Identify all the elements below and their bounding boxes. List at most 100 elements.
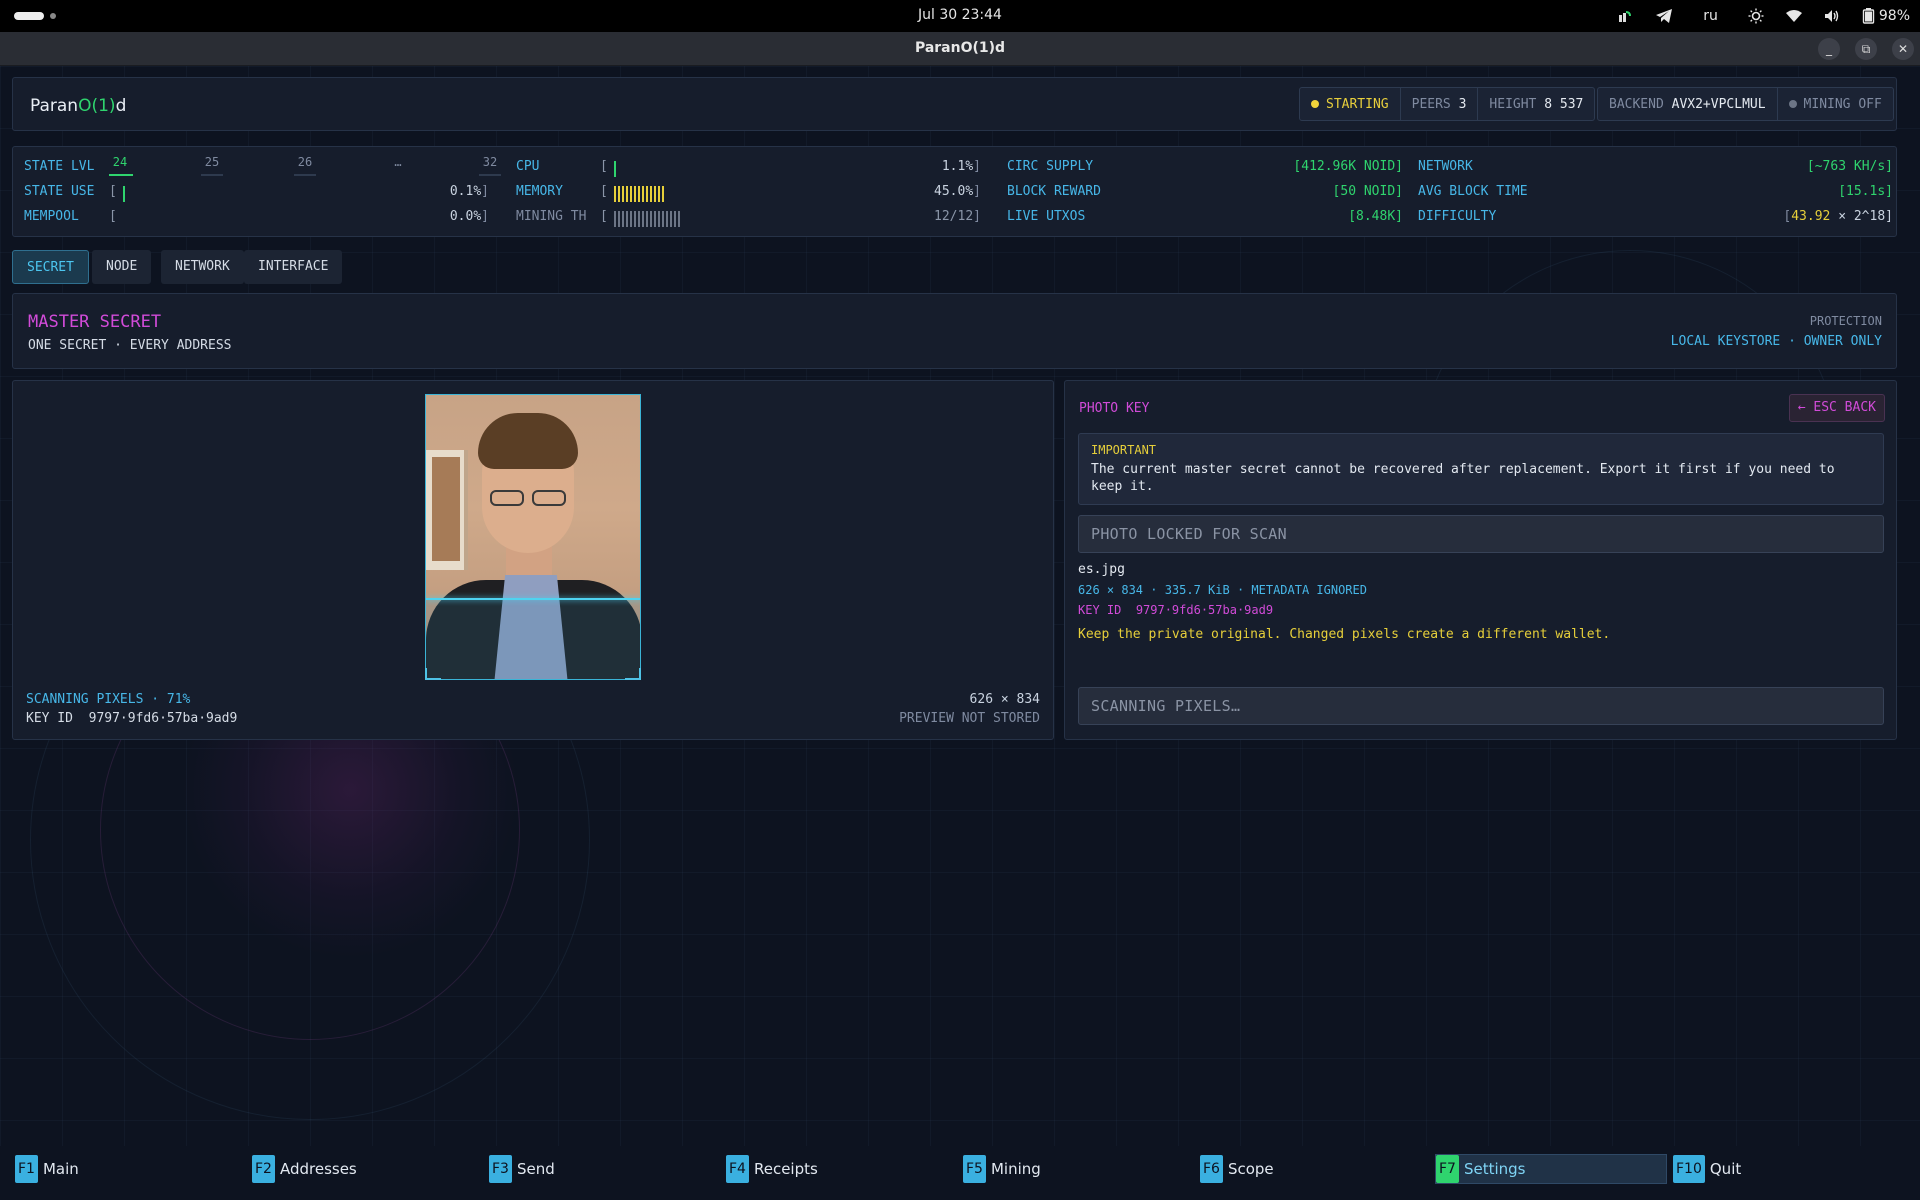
footer-key-text: Quit <box>1709 1160 1742 1178</box>
footer-key-text: Scope <box>1227 1160 1274 1178</box>
bar-segment <box>654 186 656 202</box>
level-26[interactable]: 26 <box>294 155 316 169</box>
preview-key-id-label: KEY ID <box>26 711 73 726</box>
bar-segment <box>626 211 628 227</box>
state-lvl-label: STATE LVL <box>24 159 95 174</box>
bar-segment <box>642 211 644 227</box>
restore-button[interactable]: ⧉ <box>1855 38 1877 60</box>
master-secret-banner: MASTER SECRET ONE SECRET · EVERY ADDRESS… <box>12 293 1897 369</box>
protection-label: PROTECTION <box>1809 314 1882 328</box>
mining-th-count: 12/12 <box>934 209 974 224</box>
brand-text-end: d <box>115 96 127 116</box>
tab-secret[interactable]: SECRET <box>12 250 89 284</box>
footer-key-addresses[interactable]: F2 Addresses <box>252 1154 357 1184</box>
live-utxos-value: [8.48K] <box>1348 209 1403 224</box>
telegram-icon[interactable] <box>1655 8 1673 24</box>
status-dot-icon <box>1311 100 1319 108</box>
memory-bracket-close: ] <box>973 184 981 199</box>
bar-segment <box>638 186 640 202</box>
state-use-value: 0.1%] <box>450 184 489 199</box>
scan-overlay <box>426 598 640 679</box>
battery-indicator[interactable]: 98% <box>1862 8 1910 24</box>
circ-supply-value: [412.96K NOID] <box>1293 159 1403 174</box>
tab-node[interactable]: NODE <box>92 250 152 284</box>
footer-key-label: F7 <box>1436 1155 1459 1183</box>
avg-block-time-label: AVG BLOCK TIME <box>1418 184 1528 199</box>
tab-interface[interactable]: INTERFACE <box>244 250 343 284</box>
minimize-button[interactable]: _ <box>1818 38 1840 60</box>
cpu-percent: 1.1% <box>941 159 974 174</box>
difficulty-value: [43.92 × 2^18] <box>1783 209 1893 224</box>
preview-key-id-value: 9797·9fd6·57ba·9ad9 <box>88 711 238 726</box>
bar-segment <box>646 186 648 202</box>
footer-key-main[interactable]: F1 Main <box>15 1154 79 1184</box>
master-secret-subtitle: ONE SECRET · EVERY ADDRESS <box>28 338 232 353</box>
footer-key-receipts[interactable]: F4 Receipts <box>726 1154 818 1184</box>
bar-segment <box>630 186 632 202</box>
bar-segment <box>658 211 660 227</box>
peers-label: PEERS <box>1411 96 1451 112</box>
close-button[interactable]: ✕ <box>1892 38 1914 60</box>
mining-indicator[interactable]: MINING OFF <box>1778 88 1893 120</box>
footer-key-label: F3 <box>489 1155 512 1183</box>
photo-glasses-right <box>532 490 566 506</box>
photo-key-id-value: 9797·9fd6·57ba·9ad9 <box>1135 603 1274 617</box>
footer-key-mining[interactable]: F5 Mining <box>963 1154 1041 1184</box>
state-use-label: STATE USE <box>24 184 95 199</box>
bar-segment <box>634 186 636 202</box>
esc-back-button[interactable]: ← ESC BACK <box>1788 394 1885 422</box>
battery-level: 98% <box>1878 8 1910 24</box>
bar-segment <box>123 186 125 202</box>
bar-segment <box>618 186 620 202</box>
node-status-box: STARTING PEERS 3 HEIGHT 8 537 <box>1299 87 1596 121</box>
memory-percent: 45.0% <box>934 184 974 199</box>
photo-locked-field[interactable]: PHOTO LOCKED FOR SCAN <box>1078 515 1884 553</box>
footer-key-label: F1 <box>15 1155 38 1183</box>
backend-value: AVX2+VPCLMUL <box>1671 96 1766 112</box>
mining-th-bar <box>614 211 680 227</box>
footer-key-scope[interactable]: F6 Scope <box>1200 1154 1274 1184</box>
memory-label: MEMORY <box>516 184 563 199</box>
important-notice: IMPORTANT The current master secret cann… <box>1078 433 1884 505</box>
scan-corner-bottom-right <box>625 668 641 680</box>
level-32[interactable]: 32 <box>479 155 501 169</box>
level-25[interactable]: 25 <box>201 155 223 169</box>
state-use-bar <box>123 186 125 202</box>
status-text: STARTING <box>1326 96 1389 112</box>
system-tray: ru 98% <box>1617 0 1910 32</box>
bar-segment <box>650 211 652 227</box>
photo-preview <box>425 394 641 680</box>
level-32-underline <box>479 174 501 176</box>
photo-key-id-label: KEY ID <box>1078 603 1122 617</box>
network-value: [~763 KH/s] <box>1806 159 1893 174</box>
bar-segment <box>662 186 664 202</box>
tray-app-icon[interactable] <box>1617 8 1633 24</box>
bar-segment <box>622 211 624 227</box>
difficulty-number: 43.92 <box>1791 209 1831 224</box>
peers-value: 3 <box>1458 96 1467 112</box>
mempool-bracket-open: [ <box>109 209 117 224</box>
photo-filename: es.jpg <box>1078 562 1125 577</box>
important-text: The current master secret cannot be reco… <box>1091 462 1835 494</box>
keyboard-layout[interactable]: ru <box>1695 8 1726 24</box>
footer-key-label: F10 <box>1673 1155 1705 1183</box>
brand-text: Paran <box>30 96 79 116</box>
level-24[interactable]: 24 <box>109 155 131 169</box>
footer-key-send[interactable]: F3 Send <box>489 1154 555 1184</box>
mining-dot-icon <box>1788 100 1797 108</box>
state-use-percent: 0.1% <box>449 184 482 199</box>
tab-network[interactable]: NETWORK <box>161 250 244 284</box>
bar-segment <box>666 211 668 227</box>
backend-label: BACKEND <box>1609 96 1664 112</box>
mempool-percent: 0.0% <box>449 209 482 224</box>
footer-key-settings[interactable]: F7 Settings <box>1435 1154 1667 1184</box>
brand-accent: O(1) <box>78 96 116 116</box>
bar-segment <box>618 211 620 227</box>
window-title-bar[interactable]: ParanO(1)d _ ⧉ ✕ <box>0 32 1920 66</box>
stats-panel: STATE LVL 24 25 26 … 32 STATE USE [ 0.1%… <box>12 146 1897 237</box>
brightness-icon[interactable] <box>1748 8 1764 24</box>
window-title: ParanO(1)d <box>914 40 1006 56</box>
footer-key-quit[interactable]: F10 Quit <box>1673 1154 1741 1184</box>
wifi-icon[interactable] <box>1785 9 1802 23</box>
volume-icon[interactable] <box>1824 9 1840 23</box>
